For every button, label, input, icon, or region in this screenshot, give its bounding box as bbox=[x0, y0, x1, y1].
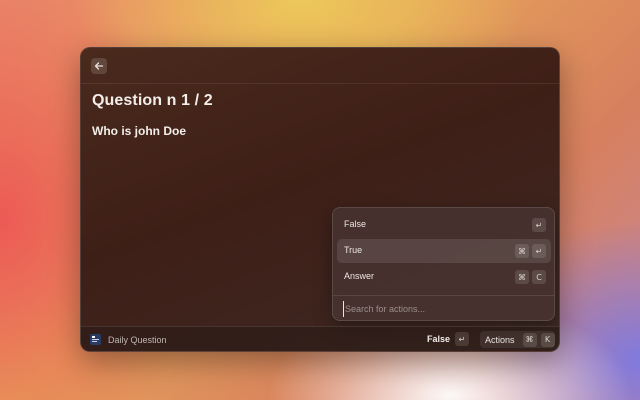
action-label: Answer bbox=[344, 271, 375, 281]
daily-question-app-icon bbox=[90, 334, 101, 345]
action-item-answer[interactable]: Answer ⌘ C bbox=[337, 265, 551, 289]
command-key-icon: ⌘ bbox=[515, 270, 529, 284]
shortcut-keys: ⌘ ↵ bbox=[515, 244, 546, 258]
enter-key-icon: ↵ bbox=[532, 244, 546, 258]
footer-bar: Daily Question False ↵ Actions ⌘ K bbox=[81, 326, 559, 351]
enter-key-icon: ↵ bbox=[532, 218, 546, 232]
page-title: Question n 1 / 2 bbox=[92, 92, 213, 109]
command-key-icon: ⌘ bbox=[522, 332, 537, 347]
app-name: Daily Question bbox=[108, 335, 167, 345]
primary-action-button[interactable]: False ↵ bbox=[427, 332, 470, 346]
shortcut-keys: ⌘ C bbox=[515, 270, 546, 284]
back-button[interactable] bbox=[91, 58, 107, 74]
action-item-false[interactable]: False ↵ bbox=[337, 213, 551, 237]
top-bar bbox=[81, 48, 559, 84]
action-item-true[interactable]: True ⌘ ↵ bbox=[337, 239, 551, 263]
enter-key-icon: ↵ bbox=[455, 332, 470, 346]
actions-label: Actions bbox=[485, 334, 515, 345]
command-key-icon: ⌘ bbox=[515, 244, 529, 258]
c-key: C bbox=[532, 270, 546, 284]
search-actions-input[interactable] bbox=[343, 301, 543, 317]
question-text: Who is john Doe bbox=[92, 124, 186, 138]
panel-divider bbox=[333, 295, 554, 296]
action-label: False bbox=[344, 219, 367, 229]
k-key: K bbox=[540, 332, 555, 347]
raycast-window: Question n 1 / 2 Who is john Doe False ↵… bbox=[80, 47, 560, 352]
primary-action-label: False bbox=[427, 334, 451, 344]
action-panel: False ↵ True ⌘ ↵ Answer ⌘ C bbox=[332, 207, 555, 321]
actions-button[interactable]: Actions ⌘ K bbox=[480, 331, 555, 348]
action-label: True bbox=[344, 245, 363, 255]
arrow-left-icon bbox=[94, 62, 104, 70]
shortcut-keys: ↵ bbox=[532, 218, 546, 232]
